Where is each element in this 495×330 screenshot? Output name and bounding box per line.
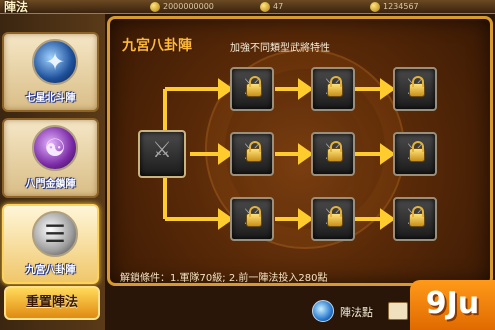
formation-points-icon <box>312 300 334 322</box>
formation-card-seven-star[interactable]: ✦ 七星北斗陣 <box>2 32 99 112</box>
screen-title: 陣法 <box>4 0 29 14</box>
skill-node-locked[interactable]: ⚔ <box>311 132 355 176</box>
dragon-icon: ☯ <box>32 125 78 171</box>
lock-icon <box>327 141 343 162</box>
skill-node-locked[interactable]: ⚔ <box>230 132 274 176</box>
skill-node-locked[interactable]: ⚔ <box>311 67 355 111</box>
formation-detail-panel: 九宮八卦陣 加強不同類型武將特性 ⚔ 解鎖條件：1.軍隊70級; 2.前一陣法投… <box>107 16 493 286</box>
reset-formation-button[interactable]: 重置陣法 <box>4 286 100 320</box>
skill-node-locked[interactable]: ⚔ <box>393 132 437 176</box>
arrow-head <box>298 78 314 100</box>
resource-value: 47 <box>273 2 284 11</box>
arrow-head <box>298 143 314 165</box>
formation-label: 八門金鎖陣 <box>25 179 76 190</box>
formation-sidebar: ✦ 七星北斗陣 ☯ 八門金鎖陣 ☰ 九宮八卦陣 <box>0 14 105 330</box>
skill-node-locked[interactable]: ⚔ <box>230 197 274 241</box>
skill-node-locked[interactable]: ⚔ <box>393 67 437 111</box>
resource-value: 2000000000 <box>163 2 214 11</box>
lock-icon <box>246 141 262 162</box>
resource-third: 1234567 <box>370 1 419 12</box>
lock-icon <box>327 206 343 227</box>
arrow-head <box>218 143 234 165</box>
skill-node-locked[interactable]: ⚔ <box>230 67 274 111</box>
resource-value: 1234567 <box>383 2 419 11</box>
arrow-head <box>218 208 234 230</box>
resource-gold: 2000000000 <box>150 1 214 12</box>
star-constellation-icon: ✦ <box>32 39 78 85</box>
arrow-head <box>380 208 396 230</box>
lock-icon <box>327 76 343 97</box>
formation-card-nine-palace[interactable]: ☰ 九宮八卦陣 <box>2 204 99 284</box>
arrow-head <box>380 143 396 165</box>
formation-points-label: 陣法點 <box>340 306 373 319</box>
resource-second: 47 <box>260 1 283 12</box>
formation-points-value <box>388 302 408 320</box>
formation-card-eight-gate[interactable]: ☯ 八門金鎖陣 <box>2 118 99 198</box>
crossed-swords-icon: ⚔ <box>152 138 172 163</box>
gold-coin-icon <box>260 1 270 12</box>
arrow-head <box>298 208 314 230</box>
arrow-head <box>380 78 396 100</box>
bagua-icon: ☰ <box>32 211 78 257</box>
formation-label: 七星北斗陣 <box>25 93 76 104</box>
lock-icon <box>246 76 262 97</box>
skill-node-locked[interactable]: ⚔ <box>393 197 437 241</box>
site-watermark-logo: 9Ju <box>410 280 495 330</box>
lock-icon <box>246 206 262 227</box>
top-bar: 陣法 2000000000 47 1234567 <box>0 0 495 14</box>
lock-icon <box>409 141 425 162</box>
skill-node-locked[interactable]: ⚔ <box>311 197 355 241</box>
arrow-head <box>218 78 234 100</box>
lock-icon <box>409 206 425 227</box>
lock-icon <box>409 76 425 97</box>
gold-coin-icon <box>150 1 160 12</box>
unlock-condition-text: 解鎖條件：1.軍隊70級; 2.前一陣法投入280點 <box>120 273 328 284</box>
gold-coin-icon <box>370 1 380 12</box>
skill-node-start[interactable]: ⚔ <box>138 130 186 178</box>
formation-label: 九宮八卦陣 <box>25 265 76 276</box>
